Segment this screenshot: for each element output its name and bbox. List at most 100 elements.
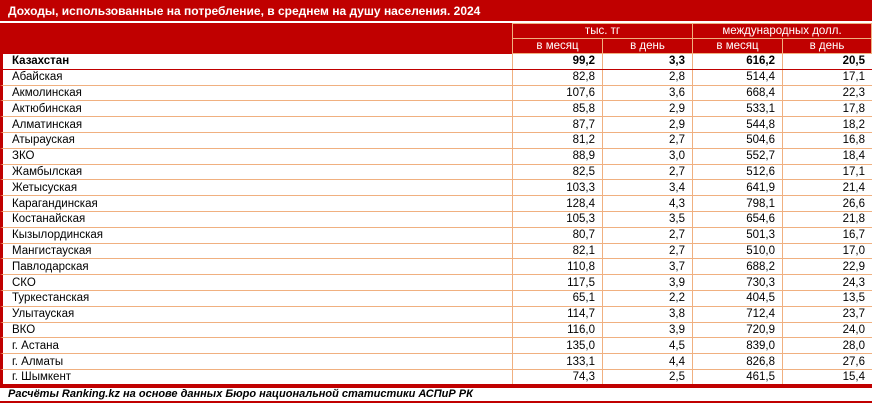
region-name: Мангистауская: [3, 244, 512, 259]
region-name: Костанайская: [3, 212, 512, 227]
value-cell: 85,8: [512, 101, 602, 116]
region-name: Актюбинская: [3, 101, 512, 116]
table-row: Алматинская87,72,9544,818,2: [0, 117, 872, 133]
header-group-tenge: тыс. тг: [512, 23, 692, 39]
value-cell: 2,7: [602, 244, 692, 259]
source-footnote: Расчёты Ranking.kz на основе данных Бюро…: [0, 386, 872, 403]
table-row: Акмолинская107,63,6668,422,3: [0, 86, 872, 102]
header-dollars-per-day: в день: [782, 39, 872, 54]
region-name: г. Алматы: [3, 354, 512, 369]
income-consumption-table: Доходы, использованные на потребление, в…: [0, 0, 872, 403]
value-cell: 688,2: [692, 259, 782, 274]
value-cell: 18,2: [782, 117, 872, 132]
value-cell: 17,0: [782, 244, 872, 259]
value-cell: 3,6: [602, 86, 692, 101]
value-cell: 616,2: [692, 54, 782, 69]
value-cell: 2,7: [602, 165, 692, 180]
value-cell: 654,6: [692, 212, 782, 227]
table-row: Атырауская81,22,7504,616,8: [0, 133, 872, 149]
value-cell: 82,1: [512, 244, 602, 259]
header-group-row: тыс. тг международных долл.: [0, 23, 872, 39]
value-cell: 133,1: [512, 354, 602, 369]
value-cell: 74,3: [512, 370, 602, 384]
table-row: г. Шымкент74,32,5461,515,4: [0, 370, 872, 386]
value-cell: 117,5: [512, 275, 602, 290]
region-name: г. Астана: [3, 338, 512, 353]
value-cell: 4,4: [602, 354, 692, 369]
table-row: Жамбылская82,52,7512,617,1: [0, 165, 872, 181]
value-cell: 501,3: [692, 228, 782, 243]
region-name: г. Шымкент: [3, 370, 512, 384]
value-cell: 81,2: [512, 133, 602, 148]
value-cell: 2,7: [602, 228, 692, 243]
value-cell: 839,0: [692, 338, 782, 353]
value-cell: 3,9: [602, 323, 692, 338]
table-row: Костанайская105,33,5654,621,8: [0, 212, 872, 228]
value-cell: 21,4: [782, 180, 872, 195]
region-name: Павлодарская: [3, 259, 512, 274]
value-cell: 17,1: [782, 165, 872, 180]
value-cell: 510,0: [692, 244, 782, 259]
table-row: ВКО116,03,9720,924,0: [0, 323, 872, 339]
value-cell: 641,9: [692, 180, 782, 195]
table-row: Казахстан99,23,3616,220,5: [0, 54, 872, 70]
table-row: Мангистауская82,12,7510,017,0: [0, 244, 872, 260]
value-cell: 3,5: [602, 212, 692, 227]
value-cell: 82,8: [512, 70, 602, 85]
value-cell: 3,4: [602, 180, 692, 195]
value-cell: 533,1: [692, 101, 782, 116]
value-cell: 135,0: [512, 338, 602, 353]
table-row: г. Астана135,04,5839,028,0: [0, 338, 872, 354]
value-cell: 128,4: [512, 196, 602, 211]
region-name: Абайская: [3, 70, 512, 85]
value-cell: 3,3: [602, 54, 692, 69]
table-row: Карагандинская128,44,3798,126,6: [0, 196, 872, 212]
value-cell: 105,3: [512, 212, 602, 227]
table-title: Доходы, использованные на потребление, в…: [0, 0, 872, 21]
value-cell: 24,0: [782, 323, 872, 338]
value-cell: 21,8: [782, 212, 872, 227]
region-name: СКО: [3, 275, 512, 290]
header-region-spacer: [0, 39, 512, 54]
value-cell: 116,0: [512, 323, 602, 338]
table-row: Кызылординская80,72,7501,316,7: [0, 228, 872, 244]
value-cell: 22,3: [782, 86, 872, 101]
value-cell: 514,4: [692, 70, 782, 85]
value-cell: 544,8: [692, 117, 782, 132]
value-cell: 668,4: [692, 86, 782, 101]
region-name: Атырауская: [3, 133, 512, 148]
header-dollars-per-month: в месяц: [692, 39, 782, 54]
value-cell: 826,8: [692, 354, 782, 369]
table-row: Туркестанская65,12,2404,513,5: [0, 291, 872, 307]
value-cell: 23,7: [782, 307, 872, 322]
value-cell: 2,5: [602, 370, 692, 384]
region-name: Жетысуская: [3, 180, 512, 195]
value-cell: 27,6: [782, 354, 872, 369]
value-cell: 3,9: [602, 275, 692, 290]
value-cell: 110,8: [512, 259, 602, 274]
value-cell: 4,5: [602, 338, 692, 353]
value-cell: 2,9: [602, 101, 692, 116]
table-row: г. Алматы133,14,4826,827,6: [0, 354, 872, 370]
value-cell: 712,4: [692, 307, 782, 322]
value-cell: 87,7: [512, 117, 602, 132]
value-cell: 65,1: [512, 291, 602, 306]
value-cell: 16,7: [782, 228, 872, 243]
value-cell: 80,7: [512, 228, 602, 243]
value-cell: 16,8: [782, 133, 872, 148]
region-name: Акмолинская: [3, 86, 512, 101]
table-row: Жетысуская103,33,4641,921,4: [0, 180, 872, 196]
header-tenge-per-month: в месяц: [512, 39, 602, 54]
table-row: Абайская82,82,8514,417,1: [0, 70, 872, 86]
header-tenge-per-day: в день: [602, 39, 692, 54]
value-cell: 24,3: [782, 275, 872, 290]
value-cell: 512,6: [692, 165, 782, 180]
region-name: Казахстан: [3, 54, 512, 69]
value-cell: 20,5: [782, 54, 872, 69]
value-cell: 17,1: [782, 70, 872, 85]
value-cell: 18,4: [782, 149, 872, 164]
value-cell: 552,7: [692, 149, 782, 164]
table-row: СКО117,53,9730,324,3: [0, 275, 872, 291]
region-name: ВКО: [3, 323, 512, 338]
value-cell: 3,7: [602, 259, 692, 274]
